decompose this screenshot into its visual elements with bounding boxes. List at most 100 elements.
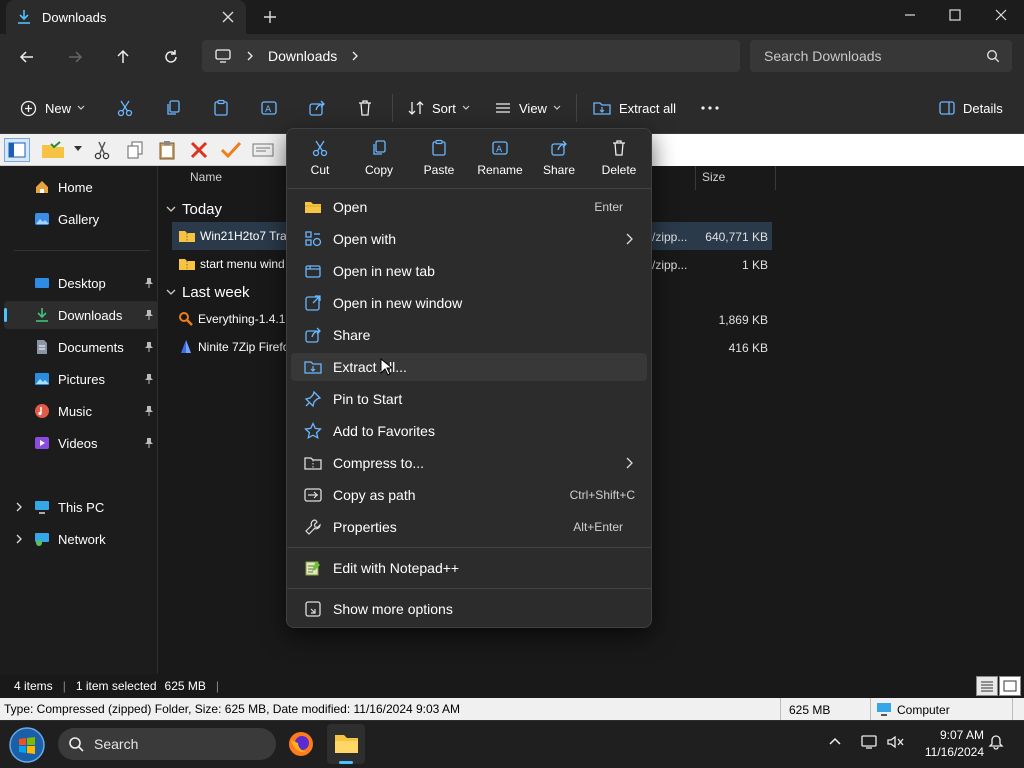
file-name: Ninite 7Zip Firefo xyxy=(198,340,290,354)
cut-button[interactable] xyxy=(113,96,137,120)
more-options-icon[interactable] xyxy=(698,96,722,120)
tiles-view-icon[interactable] xyxy=(999,676,1021,696)
chevron-up-icon[interactable] xyxy=(828,734,842,748)
menu-item-open-in-new-tab[interactable]: Open in new tab xyxy=(291,257,647,285)
copy-button[interactable] xyxy=(161,96,185,120)
menu-item-copy-as-path[interactable]: Copy as path Ctrl+Shift+C xyxy=(291,481,647,509)
address-bar[interactable]: Downloads xyxy=(202,40,740,72)
delete-quick-action[interactable]: Delete xyxy=(589,137,649,185)
menu-item-add-to-favorites[interactable]: Add to Favorites xyxy=(291,417,647,445)
extract-icon xyxy=(593,100,611,116)
column-header-name[interactable]: Name xyxy=(190,170,222,184)
sidebar-item-gallery[interactable]: Gallery xyxy=(4,205,158,233)
group-header-today[interactable]: Today xyxy=(166,198,222,220)
sidebar-item-pictures[interactable]: Pictures xyxy=(4,365,158,393)
folder-options-icon[interactable] xyxy=(40,138,66,162)
maximize-button[interactable] xyxy=(932,0,978,30)
delete-x-icon[interactable] xyxy=(186,138,212,162)
properties-icon[interactable] xyxy=(250,138,276,162)
display-icon[interactable] xyxy=(860,734,878,750)
sidebar-item-home[interactable]: Home xyxy=(4,173,158,201)
group-header-last-week[interactable]: Last week xyxy=(166,281,250,303)
paste-quick-action[interactable]: Paste xyxy=(409,137,469,185)
divider xyxy=(392,94,393,122)
menu-item-pin-to-start[interactable]: Pin to Start xyxy=(291,385,647,413)
details-button[interactable]: Details xyxy=(939,94,1003,122)
forward-button[interactable] xyxy=(60,42,90,72)
wrench-icon xyxy=(303,518,323,536)
column-divider[interactable] xyxy=(775,166,776,190)
back-button[interactable] xyxy=(12,42,42,72)
taskbar-search[interactable]: Search xyxy=(58,728,276,760)
copy-icon[interactable] xyxy=(122,138,148,162)
checkmark-icon[interactable] xyxy=(218,138,244,162)
rename-button[interactable]: A xyxy=(257,96,281,120)
start-button[interactable] xyxy=(8,726,46,764)
chevron-right-icon[interactable] xyxy=(16,534,23,544)
menu-item-open[interactable]: Open Enter xyxy=(291,193,647,221)
menu-item-open-in-new-window[interactable]: Open in new window xyxy=(291,289,647,317)
trash-icon xyxy=(610,137,628,159)
clock-date[interactable]: 11/16/2024 xyxy=(912,745,984,759)
new-button[interactable]: New xyxy=(20,94,85,122)
menu-item-open-with[interactable]: Open with xyxy=(291,225,647,253)
sidebar-item-network[interactable]: Network xyxy=(4,525,158,553)
sort-button[interactable]: Sort xyxy=(408,94,470,122)
svg-text:A: A xyxy=(496,145,503,155)
share-button[interactable] xyxy=(305,96,329,120)
menu-item-extract-all[interactable]: Extract All... xyxy=(291,353,647,381)
share-quick-action[interactable]: Share xyxy=(529,137,589,185)
notification-bell-icon[interactable] xyxy=(988,734,1004,750)
menu-item-edit-with-notepad[interactable]: Edit with Notepad++ xyxy=(291,554,647,582)
breadcrumb-downloads[interactable]: Downloads xyxy=(268,48,337,64)
menu-item-show-more-options[interactable]: Show more options xyxy=(291,595,647,623)
view-button[interactable]: View xyxy=(495,94,561,122)
menu-item-label: Compress to... xyxy=(333,455,425,471)
cut-quick-action[interactable]: Cut xyxy=(290,137,350,185)
clock-time[interactable]: 9:07 AM xyxy=(912,728,984,742)
copy-quick-action[interactable]: Copy xyxy=(349,137,409,185)
close-tab-icon[interactable] xyxy=(216,5,240,29)
volume-muted-icon[interactable] xyxy=(886,734,904,750)
menu-item-compress-to[interactable]: Compress to... xyxy=(291,449,647,477)
pin-icon xyxy=(144,373,154,385)
file-type: /zipp... xyxy=(652,230,688,244)
chevron-right-icon[interactable] xyxy=(246,50,254,62)
column-divider[interactable] xyxy=(695,166,696,190)
tab-downloads[interactable]: Downloads xyxy=(6,0,246,34)
sidebar-item-videos[interactable]: Videos xyxy=(4,429,158,457)
details-view-icon[interactable] xyxy=(976,676,998,696)
context-menu: Cut Copy Paste A Rename Share Delete Ope… xyxy=(286,128,652,628)
sidebar-item-desktop[interactable]: Desktop xyxy=(4,269,158,297)
sidebar-item-this-pc[interactable]: This PC xyxy=(4,493,158,521)
new-tab-button[interactable] xyxy=(258,5,282,29)
rename-quick-action[interactable]: A Rename xyxy=(470,137,530,185)
up-button[interactable] xyxy=(108,42,138,72)
navigation-pane-icon[interactable] xyxy=(4,138,30,162)
chevron-right-icon[interactable] xyxy=(16,502,23,512)
search-input[interactable]: Search Downloads xyxy=(750,40,1012,72)
minimize-button[interactable] xyxy=(887,0,933,30)
menu-item-properties[interactable]: Properties Alt+Enter xyxy=(291,513,647,541)
group-label: Today xyxy=(182,200,223,218)
close-window-button[interactable] xyxy=(978,0,1024,30)
sidebar-item-documents[interactable]: Documents xyxy=(4,333,158,361)
sidebar-item-music[interactable]: Music xyxy=(4,397,158,425)
paste-icon[interactable] xyxy=(154,138,180,162)
cut-icon[interactable] xyxy=(89,138,115,162)
menu-item-share[interactable]: Share xyxy=(291,321,647,349)
chevron-right-icon[interactable] xyxy=(351,50,359,62)
column-header-size[interactable]: Size xyxy=(702,170,725,184)
sidebar-item-downloads[interactable]: Downloads xyxy=(4,301,158,329)
paste-button[interactable] xyxy=(209,96,233,120)
file-explorer-taskbar-button[interactable] xyxy=(327,724,365,764)
pictures-icon xyxy=(34,371,50,387)
chevron-right-icon xyxy=(626,233,633,245)
refresh-button[interactable] xyxy=(156,42,186,72)
chevron-down-icon[interactable] xyxy=(74,146,82,152)
file-name: start menu wind xyxy=(200,257,285,271)
firefox-icon[interactable] xyxy=(287,730,315,758)
file-name: Everything-1.4.1. xyxy=(198,312,289,326)
extract-all-button[interactable]: Extract all xyxy=(593,94,676,122)
delete-button[interactable] xyxy=(353,96,377,120)
